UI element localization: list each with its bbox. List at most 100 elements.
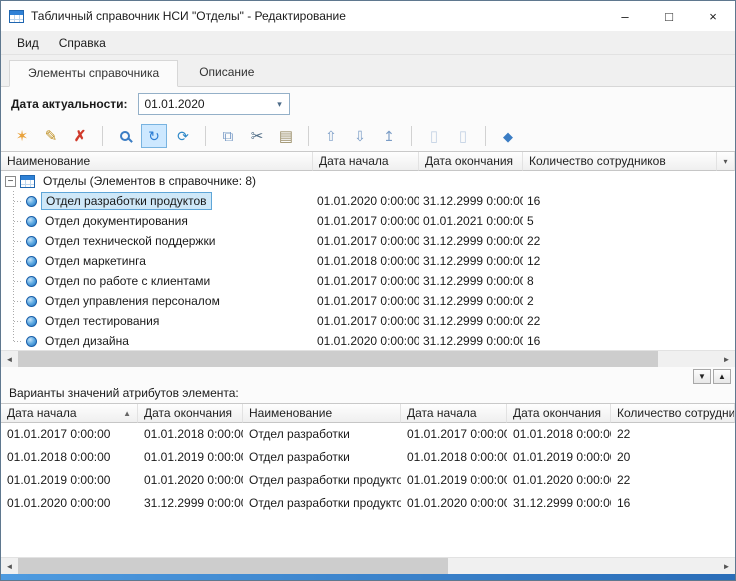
app-window: Табличный справочник НСИ "Отделы" - Реда… — [0, 0, 736, 581]
actuality-date-value: 01.01.2020 — [139, 97, 271, 111]
collapse-expander-icon[interactable]: − — [5, 176, 16, 187]
move-up-button[interactable]: ⇧ — [318, 124, 344, 148]
minimize-button[interactable]: – — [603, 1, 647, 31]
column-header-employee-count[interactable]: Количество сотрудников — [523, 152, 717, 171]
close-button[interactable]: × — [691, 1, 735, 31]
tree-horizontal-scrollbar[interactable]: ◄ ► — [1, 350, 735, 367]
copy-button[interactable]: ⧉ — [215, 124, 241, 148]
menu-view[interactable]: Вид — [7, 33, 49, 53]
move-down-button[interactable]: ⇩ — [347, 124, 373, 148]
expand-panel-button[interactable]: ▲ — [713, 369, 731, 384]
menu-help[interactable]: Справка — [49, 33, 116, 53]
employee-count: 2 — [523, 291, 717, 311]
actuality-date-combobox[interactable]: 01.01.2020 ▾ — [138, 93, 290, 115]
variants-horizontal-scrollbar[interactable]: ◄ ► — [1, 557, 735, 574]
column-header-end-date[interactable]: Дата окончания — [419, 152, 523, 171]
maximize-button[interactable]: □ — [647, 1, 691, 31]
employee-count: 20 — [611, 446, 735, 469]
scroll-left-icon[interactable]: ◄ — [1, 351, 18, 367]
department-icon — [26, 196, 37, 207]
column-header-employee-count[interactable]: Количество сотрудни — [611, 404, 735, 423]
scrollbar-track[interactable] — [18, 351, 718, 367]
column-header-end-date[interactable]: Дата окончания — [138, 404, 243, 423]
clear-button[interactable]: ◆ — [495, 124, 521, 148]
start-date: 01.01.2020 0:00:00 — [1, 492, 138, 515]
variant-row[interactable]: 01.01.2018 0:00:00 01.01.2019 0:00:00 От… — [1, 446, 735, 469]
tab-strip: Элементы справочника Описание — [1, 55, 735, 87]
delete-record-button[interactable]: ✗ — [67, 124, 93, 148]
column-header-start-date[interactable]: Дата начала▲ — [1, 404, 138, 423]
tree-row[interactable]: Отдел документирования 01.01.2017 0:00:0… — [1, 211, 735, 231]
variants-grid: Дата начала▲ Дата окончания Наименование… — [1, 403, 735, 515]
tree-row[interactable]: Отдел дизайна 01.01.2020 0:00:00 31.12.2… — [1, 331, 735, 350]
tree-guide — [5, 251, 22, 271]
variant-row[interactable]: 01.01.2017 0:00:00 01.01.2018 0:00:00 От… — [1, 423, 735, 446]
department-name: Отдел по работе с клиентами — [41, 271, 214, 291]
start-date: 01.01.2017 0:00:00 — [313, 311, 419, 331]
toolbar-separator — [308, 126, 309, 146]
tab-elements[interactable]: Элементы справочника — [9, 60, 178, 87]
tree-row[interactable]: Отдел по работе с клиентами 01.01.2017 0… — [1, 271, 735, 291]
department-icon — [26, 316, 37, 327]
employee-count: 22 — [523, 231, 717, 251]
actual-records-toggle-button[interactable]: ↻ — [141, 124, 167, 148]
window-controls: – □ × — [603, 1, 735, 31]
column-header-name[interactable]: Наименование — [1, 152, 313, 171]
column-header-end-date-2[interactable]: Дата окончания — [507, 404, 611, 423]
department-name: Отдел дизайна — [41, 331, 133, 350]
column-header-name[interactable]: Наименование — [243, 404, 401, 423]
export-button[interactable]: ▯ — [421, 124, 447, 148]
actuality-date-row: Дата актуальности: 01.01.2020 ▾ — [1, 87, 735, 121]
tree-row[interactable]: Отдел управления персоналом 01.01.2017 0… — [1, 291, 735, 311]
add-record-button[interactable]: ✶ — [9, 124, 35, 148]
start-date: 01.01.2017 0:00:00 — [313, 231, 419, 251]
department-name: Отдел маркетинга — [41, 251, 150, 271]
department-icon — [26, 336, 37, 347]
hscroll-thumb[interactable] — [18, 558, 448, 574]
tree-row[interactable]: Отдел маркетинга 01.01.2018 0:00:00 31.1… — [1, 251, 735, 271]
start-date-2: 01.01.2020 0:00:00 — [401, 492, 507, 515]
hscroll-thumb[interactable] — [18, 351, 658, 367]
tree-row[interactable]: Отдел тестирования 01.01.2017 0:00:00 31… — [1, 311, 735, 331]
search-button[interactable] — [112, 124, 138, 148]
tree-guide — [5, 291, 22, 311]
column-header-start-date[interactable]: Дата начала — [313, 152, 419, 171]
start-date: 01.01.2018 0:00:00 — [1, 446, 138, 469]
toolbar-separator — [205, 126, 206, 146]
refresh-button[interactable]: ⟳ — [170, 124, 196, 148]
employee-count: 16 — [611, 492, 735, 515]
import-button[interactable]: ▯ — [450, 124, 476, 148]
department-icon — [26, 276, 37, 287]
tree-guide — [5, 191, 22, 211]
column-header-start-date-2[interactable]: Дата начала — [401, 404, 507, 423]
move-top-button[interactable]: ↥ — [376, 124, 402, 148]
scrollbar-track[interactable] — [18, 558, 718, 574]
paste-button[interactable]: ▤ — [273, 124, 299, 148]
cut-button[interactable]: ✂ — [244, 124, 270, 148]
tree-guide — [5, 311, 22, 331]
employee-count: 22 — [523, 311, 717, 331]
bottom-accent-bar — [1, 574, 735, 580]
tree-row[interactable]: Отдел разработки продуктов 01.01.2020 0:… — [1, 191, 735, 211]
directory-tree-grid: Наименование Дата начала Дата окончания … — [1, 151, 735, 350]
edit-record-button[interactable]: ✎ — [38, 124, 64, 148]
tree-row[interactable]: Отдел технической поддержки 01.01.2017 0… — [1, 231, 735, 251]
collapse-panel-button[interactable]: ▼ — [693, 369, 711, 384]
end-date: 01.01.2018 0:00:00 — [138, 423, 243, 446]
panel-toggle-buttons: ▼ ▲ — [693, 369, 733, 384]
department-name: Отдел управления персоналом — [41, 291, 224, 311]
tab-description[interactable]: Описание — [180, 59, 273, 86]
variant-row[interactable]: 01.01.2019 0:00:00 01.01.2020 0:00:00 От… — [1, 469, 735, 492]
column-filter-dropdown[interactable]: ▾ — [717, 152, 735, 171]
toolbar-separator — [411, 126, 412, 146]
chevron-down-icon[interactable]: ▾ — [271, 99, 289, 110]
tree-root-row[interactable]: − Отделы (Элементов в справочнике: 8) — [1, 171, 735, 191]
empty-area — [1, 515, 735, 557]
employee-count: 5 — [523, 211, 717, 231]
start-date-2: 01.01.2017 0:00:00 — [401, 423, 507, 446]
scroll-right-icon[interactable]: ► — [718, 558, 735, 574]
scroll-left-icon[interactable]: ◄ — [1, 558, 18, 574]
variant-row[interactable]: 01.01.2020 0:00:00 31.12.2999 0:00:00 От… — [1, 492, 735, 515]
scroll-right-icon[interactable]: ► — [718, 351, 735, 367]
employee-count: 22 — [611, 423, 735, 446]
